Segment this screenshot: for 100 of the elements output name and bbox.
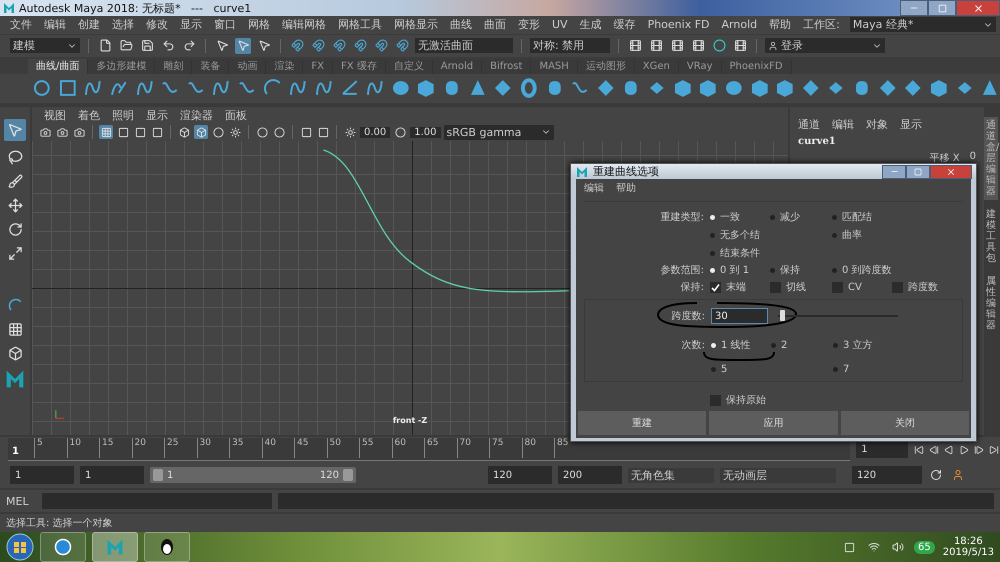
taskbar-app[interactable] <box>40 532 86 562</box>
frame-icon[interactable] <box>116 125 130 140</box>
diamond-icon[interactable] <box>493 78 513 98</box>
radio-button[interactable] <box>770 214 775 220</box>
menu-item[interactable]: 文件 <box>4 17 38 32</box>
panel-menu-item[interactable]: 着色 <box>72 108 106 123</box>
step-back-icon[interactable] <box>927 443 940 456</box>
minimize-button[interactable] <box>900 0 928 16</box>
side-tab[interactable]: 通道盒/层编辑器 <box>984 117 998 200</box>
magnet-icon[interactable] <box>394 38 410 54</box>
command-field[interactable] <box>42 493 272 510</box>
radio-button[interactable] <box>833 342 838 348</box>
menu-item[interactable]: Phoenix FD <box>642 18 716 32</box>
radio-button[interactable] <box>711 367 716 372</box>
menu-item[interactable]: 编辑 <box>38 17 72 32</box>
range-handle[interactable] <box>153 469 163 482</box>
end-field[interactable]: 200 <box>558 466 622 484</box>
panel-menu-item[interactable]: 面板 <box>219 108 253 123</box>
frame-icon[interactable] <box>133 125 147 140</box>
close-button[interactable] <box>956 0 1000 16</box>
dialog-button[interactable]: 应用 <box>709 411 838 435</box>
select-tool-icon[interactable] <box>4 119 26 142</box>
channel-menu-item[interactable]: 编辑 <box>832 117 854 132</box>
lasso-icon[interactable] <box>7 149 23 166</box>
character-set-dropdown[interactable]: 无角色集 <box>628 468 714 483</box>
menu-item[interactable]: 曲线 <box>444 17 478 32</box>
scale-icon[interactable] <box>7 245 23 262</box>
paint-brush-icon[interactable] <box>7 173 23 190</box>
magnet-icon[interactable] <box>289 38 305 54</box>
magnet-icon[interactable] <box>352 38 368 54</box>
step-forward-icon[interactable] <box>972 443 985 456</box>
dialog-button[interactable]: 关闭 <box>840 411 969 435</box>
radio-button[interactable] <box>770 268 775 272</box>
cube-icon[interactable] <box>698 78 718 98</box>
language-label[interactable]: MEL <box>6 494 36 508</box>
radio-button[interactable] <box>710 268 715 272</box>
menu-item[interactable]: Arnold <box>716 18 764 32</box>
end-field[interactable]: 120 <box>488 466 552 484</box>
menu-item[interactable]: 创建 <box>72 17 106 32</box>
shelf-tab[interactable]: 曲线/曲面 <box>28 58 88 74</box>
side-tab[interactable]: 属性编辑器 <box>984 273 998 334</box>
start-field[interactable]: 1 <box>10 466 74 484</box>
square-icon[interactable] <box>58 78 78 98</box>
radio-button[interactable] <box>711 342 716 348</box>
side-tab[interactable]: 建模工具包 <box>984 206 998 268</box>
magnet-icon[interactable] <box>373 38 389 54</box>
menu-item[interactable]: 选择 <box>106 17 140 32</box>
radio-button[interactable] <box>832 268 837 272</box>
dialog-button[interactable]: 重建 <box>578 411 706 435</box>
menu-item[interactable]: 网格显示 <box>388 17 444 32</box>
frame-icon[interactable] <box>299 125 313 140</box>
range-bar[interactable]: 1 120 <box>150 467 356 484</box>
menu-item[interactable]: 修改 <box>140 17 174 32</box>
checkbox[interactable] <box>710 394 721 406</box>
checkbox[interactable] <box>832 282 843 292</box>
channel-value[interactable]: 0 <box>970 151 976 166</box>
checkbox[interactable] <box>770 282 781 292</box>
move-icon[interactable] <box>7 197 23 214</box>
frame-icon[interactable] <box>150 125 164 140</box>
menu-item[interactable]: 窗口 <box>208 17 242 32</box>
menu-item[interactable]: 曲面 <box>478 17 512 32</box>
checkbox[interactable] <box>710 282 721 292</box>
shelf-tab[interactable]: PhoenixFD <box>722 58 792 74</box>
sphere-icon[interactable] <box>255 125 269 140</box>
menu-item[interactable]: 缓存 <box>608 17 642 32</box>
light-icon[interactable] <box>228 125 242 140</box>
close-button[interactable] <box>930 164 972 178</box>
menu-item[interactable]: 生成 <box>574 17 608 32</box>
workspace-dropdown[interactable]: Maya 经典* <box>850 17 996 32</box>
exposure-field[interactable]: 0.00 <box>360 126 390 138</box>
radio-button[interactable] <box>710 232 715 238</box>
radio-button[interactable] <box>710 214 715 220</box>
menu-item[interactable]: 显示 <box>174 17 208 32</box>
grid-icon[interactable] <box>99 125 113 140</box>
torus-icon[interactable] <box>518 78 538 98</box>
mode-dropdown[interactable]: 建模 <box>10 38 80 54</box>
cube-icon[interactable] <box>750 78 770 98</box>
menu-item[interactable]: 帮助 <box>763 17 798 32</box>
menu-item[interactable]: 编辑网格 <box>276 17 332 32</box>
radio-button[interactable] <box>771 342 776 348</box>
cube-icon[interactable] <box>194 125 208 140</box>
channel-menu-item[interactable]: 显示 <box>900 117 922 132</box>
surface-field[interactable]: 无激活曲面 <box>415 38 513 54</box>
diamond-icon[interactable] <box>596 78 616 98</box>
radio-button[interactable] <box>710 250 715 256</box>
frame-field[interactable]: 1 <box>856 442 908 458</box>
play-back-icon[interactable] <box>942 443 955 456</box>
start-field[interactable]: 1 <box>80 466 144 484</box>
end-field[interactable]: 120 <box>852 466 922 484</box>
symmetry-field[interactable]: 对称: 禁用 <box>530 38 610 54</box>
gamma-field[interactable]: 1.00 <box>410 126 441 138</box>
radio-button[interactable] <box>832 232 837 238</box>
diamond-icon[interactable] <box>800 78 820 98</box>
menu-item[interactable]: UV <box>546 18 574 32</box>
select-icon[interactable] <box>235 38 251 54</box>
range-handle[interactable] <box>343 469 353 482</box>
panel-menu-item[interactable]: 照明 <box>106 108 140 123</box>
diamond-icon[interactable] <box>878 78 898 98</box>
diamond-icon[interactable] <box>903 78 923 98</box>
maximize-button[interactable] <box>928 0 956 16</box>
